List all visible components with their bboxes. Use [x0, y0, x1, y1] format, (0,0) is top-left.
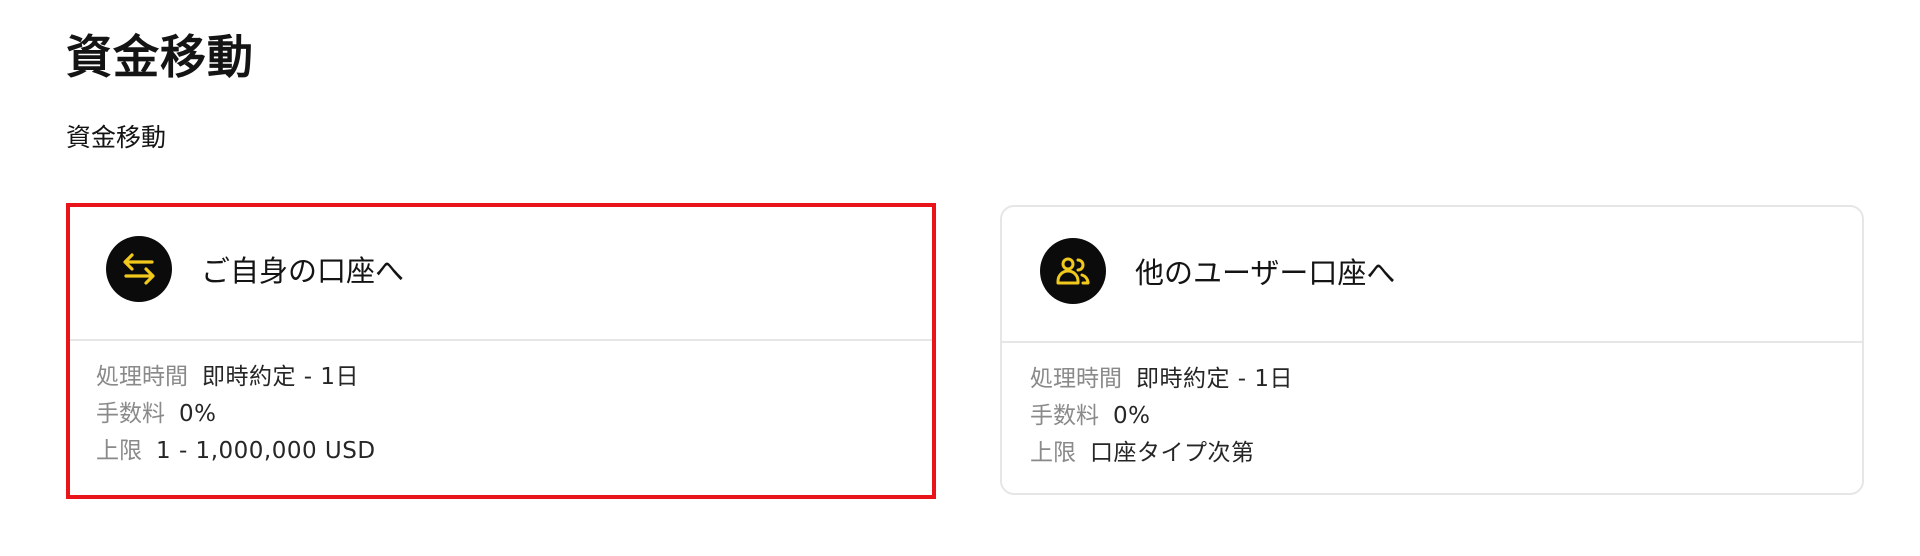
card-title: 他のユーザー口座へ: [1135, 256, 1396, 290]
detail-value: 即時約定 - 1日: [1136, 366, 1294, 392]
detail-value: 即時約定 - 1日: [202, 364, 360, 390]
detail-label: 手数料: [1030, 403, 1099, 429]
page-title: 資金移動: [66, 30, 254, 84]
detail-label: 手数料: [96, 401, 165, 427]
transfer-options: ご自身の口座へ 処理時間 即時約定 - 1日 手数料 0% 上限 1 - 1,000,…: [66, 203, 1866, 499]
card-details: 処理時間 即時約定 - 1日 手数料 0% 上限 1 - 1,000,000 USD: [96, 359, 376, 470]
transfer-to-own-account-card[interactable]: ご自身の口座へ 処理時間 即時約定 - 1日 手数料 0% 上限 1 - 1,000,…: [66, 203, 936, 499]
transfer-to-other-user-card[interactable]: 他のユーザー口座へ 処理時間 即時約定 - 1日 手数料 0% 上限 口座タイプ次第: [1000, 205, 1864, 495]
card-header: ご自身の口座へ: [70, 207, 932, 341]
detail-value: 1 - 1,000,000 USD: [156, 438, 376, 464]
detail-value: 0%: [1113, 403, 1151, 429]
detail-label: 上限: [1030, 440, 1076, 466]
card-details: 処理時間 即時約定 - 1日 手数料 0% 上限 口座タイプ次第: [1030, 361, 1293, 472]
card-header: 他のユーザー口座へ: [1002, 207, 1862, 343]
transfer-arrows-icon: [106, 236, 172, 302]
card-title: ご自身の口座へ: [201, 254, 405, 288]
detail-label: 上限: [96, 438, 142, 464]
section-title: 資金移動: [66, 123, 167, 152]
detail-row-processing-time: 処理時間 即時約定 - 1日: [1030, 361, 1293, 398]
detail-row-fee: 手数料 0%: [1030, 398, 1293, 435]
detail-value: 0%: [179, 401, 217, 427]
detail-row-processing-time: 処理時間 即時約定 - 1日: [96, 359, 376, 396]
detail-value: 口座タイプ次第: [1090, 440, 1255, 466]
detail-row-fee: 手数料 0%: [96, 396, 376, 433]
detail-label: 処理時間: [96, 364, 188, 390]
detail-row-limit: 上限 1 - 1,000,000 USD: [96, 433, 376, 470]
detail-row-limit: 上限 口座タイプ次第: [1030, 435, 1293, 472]
users-icon: [1040, 238, 1106, 304]
detail-label: 処理時間: [1030, 366, 1122, 392]
